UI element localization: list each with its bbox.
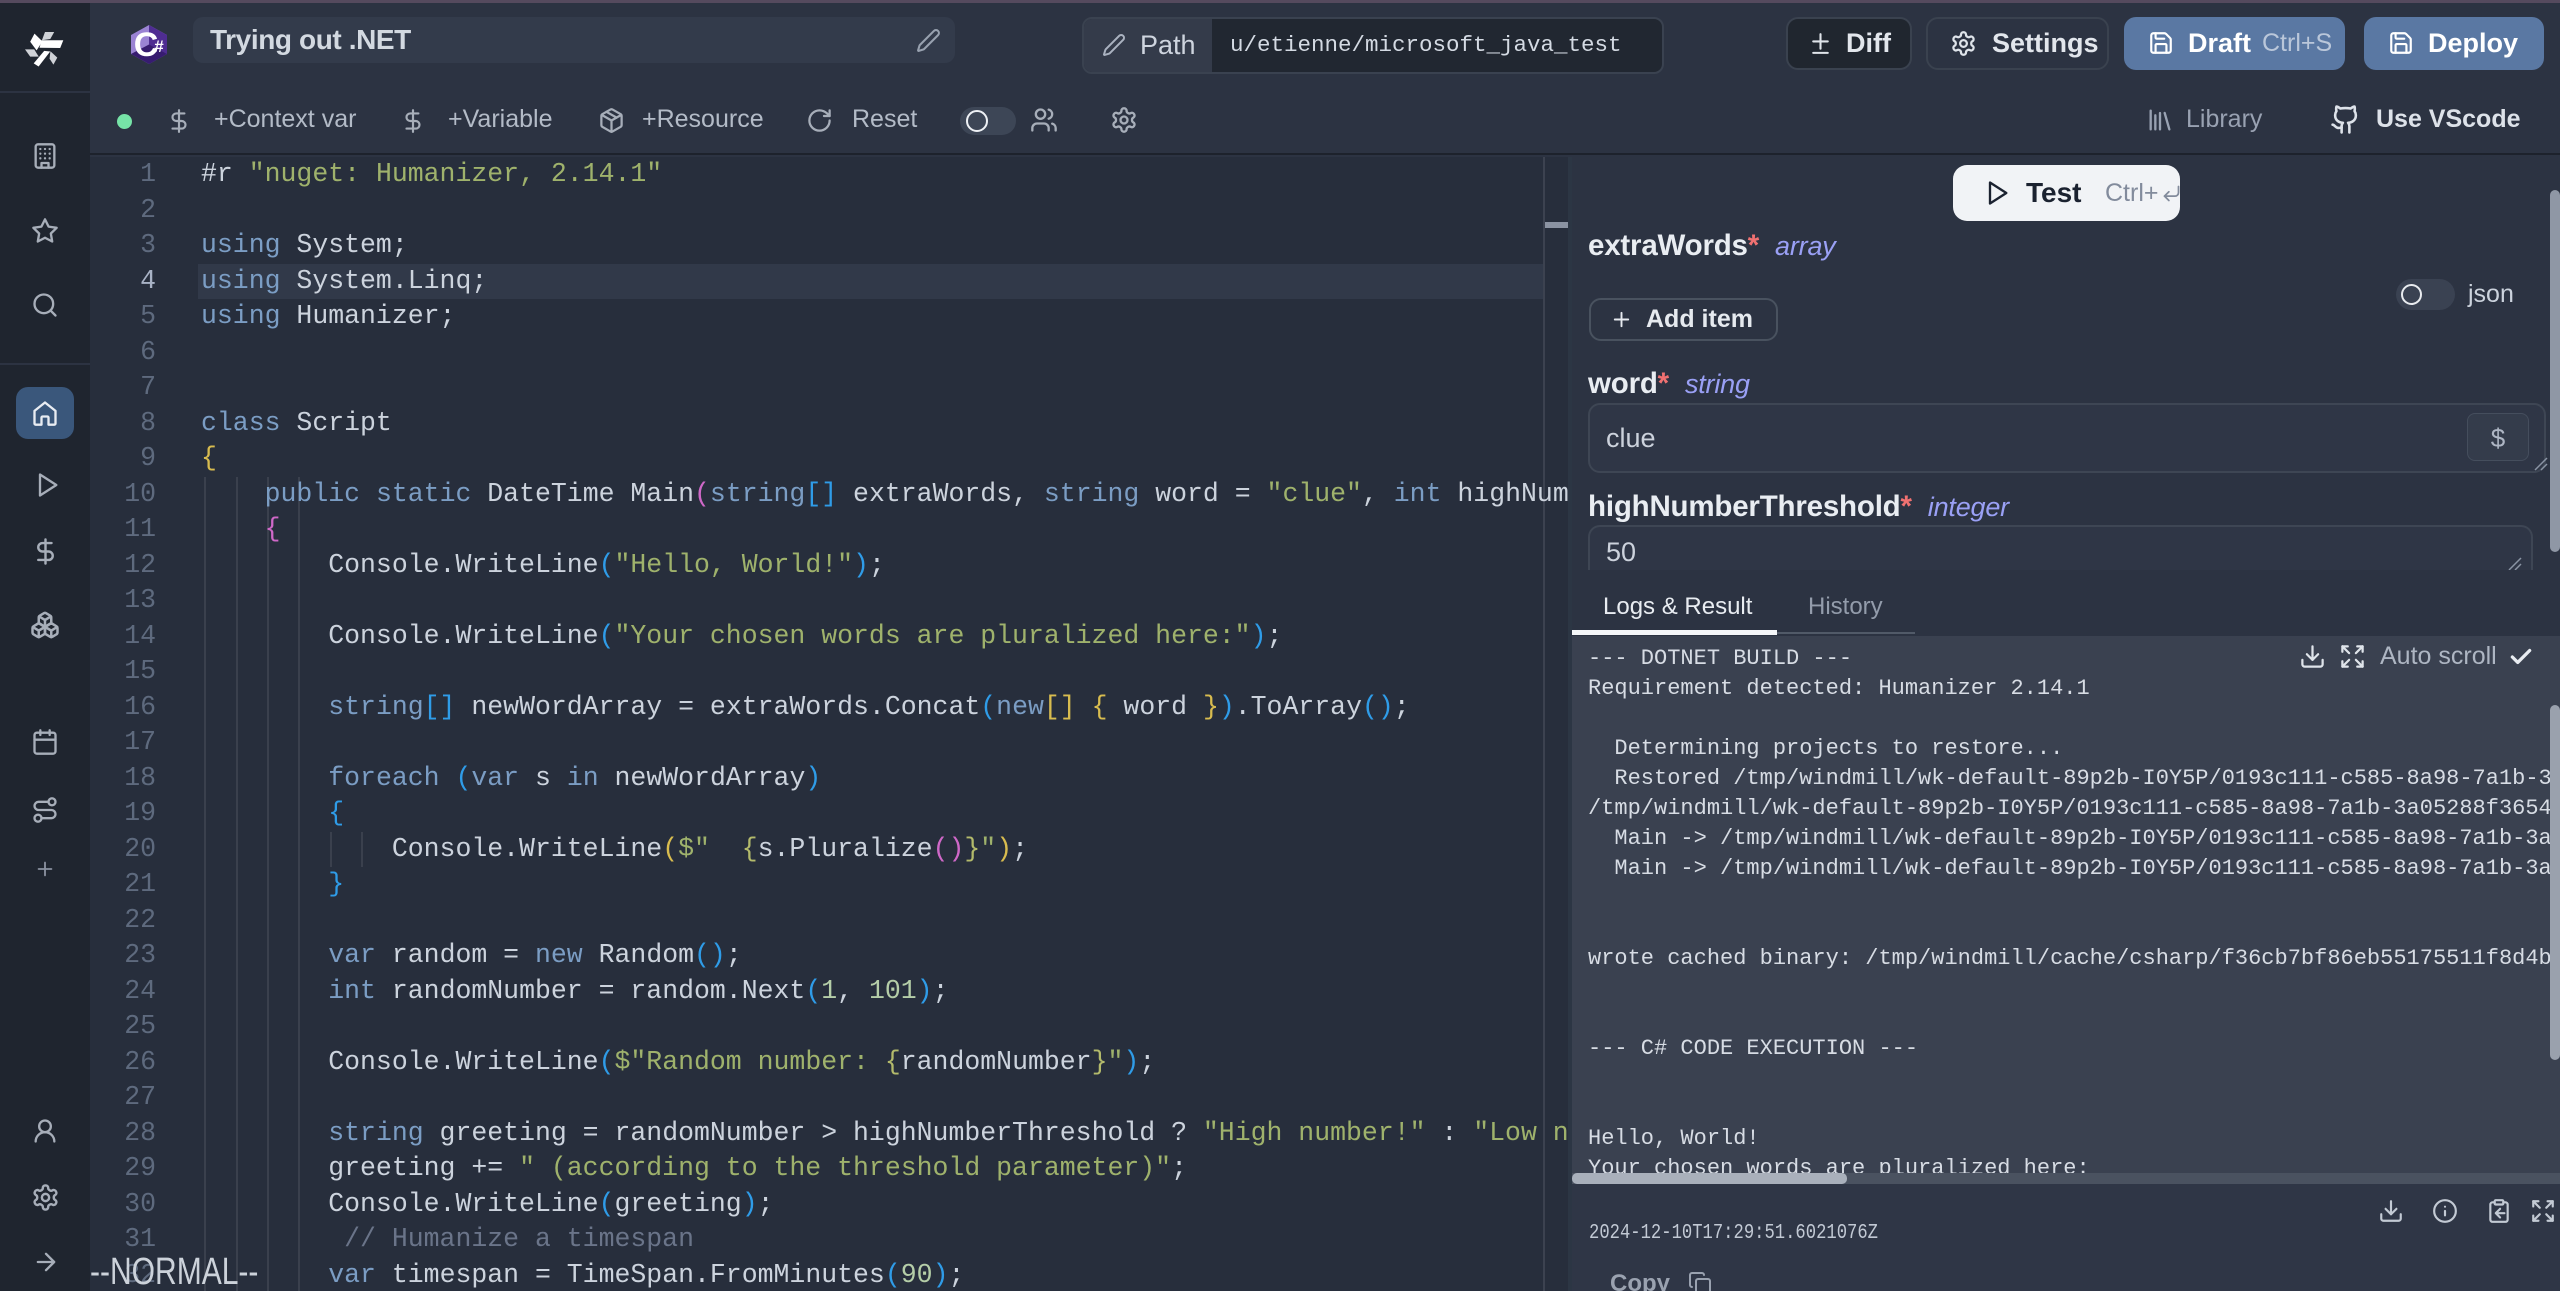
svg-text:#: # [154,37,164,56]
